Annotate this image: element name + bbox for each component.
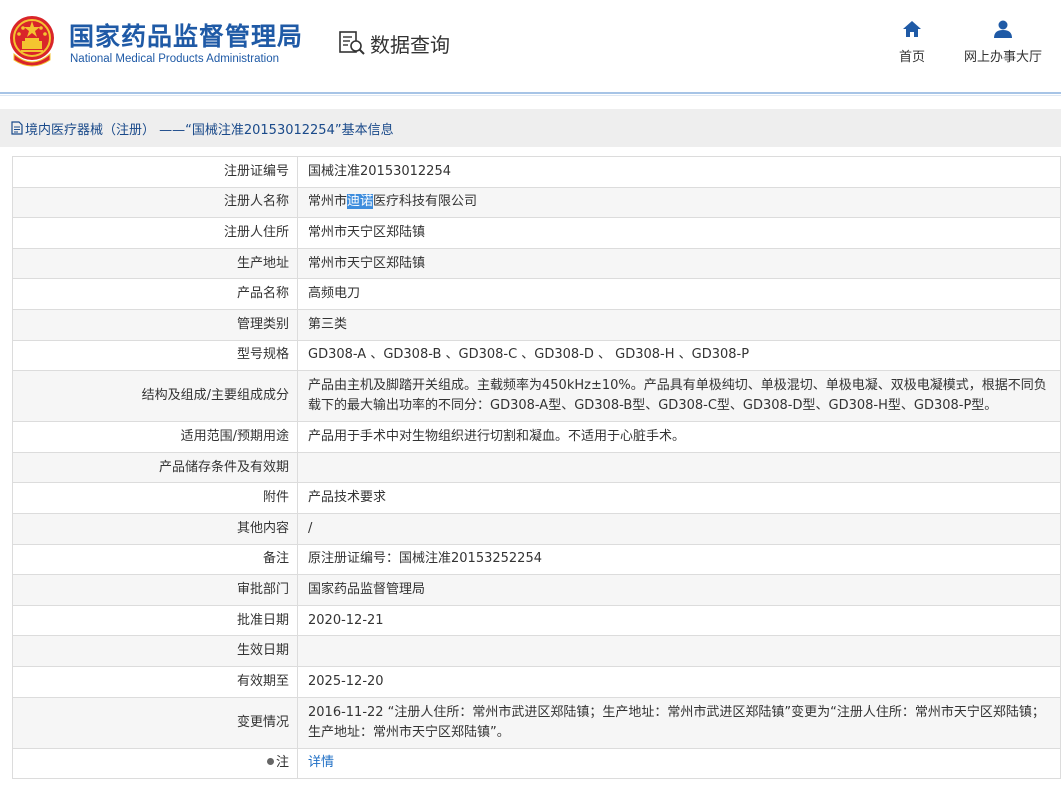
row-value: 详情 — [297, 747, 1061, 780]
header-divider-light — [0, 95, 1061, 96]
row-value: 原注册证编号：国械注准20153252254 — [297, 543, 1061, 576]
registrant-name-prefix: 常州市 — [308, 194, 348, 210]
row-value: 国家药品监督管理局 — [297, 574, 1061, 606]
document-icon — [11, 121, 23, 135]
row-value: 产品由主机及脚踏开关组成。主载频率为450kHz±10%。产品具有单极纯切、单极… — [297, 370, 1061, 423]
org-name-cn: 国家药品监督管理局 — [69, 22, 304, 51]
org-name-en: National Medical Products Administration — [70, 53, 280, 65]
basic-info-table: 注册证编号 国械注准20153012254 注册人名称 常州市迪诺医疗科技有限公… — [12, 156, 1061, 780]
user-icon — [994, 20, 1012, 38]
row-label: 有效期至 — [12, 665, 298, 698]
row-label: 注 — [12, 747, 298, 780]
table-row: 审批部门 国家药品监督管理局 — [12, 574, 1061, 606]
home-icon — [903, 21, 921, 37]
row-value: 产品用于手术中对生物组织进行切割和凝血。不适用于心脏手术。 — [297, 421, 1061, 453]
row-label: 产品储存条件及有效期 — [12, 451, 298, 484]
row-label: 注册证编号 — [12, 156, 298, 188]
row-label: 附件 — [12, 482, 298, 514]
row-value: 常州市天宁区郑陆镇 — [297, 247, 1061, 280]
row-value: 第三类 — [297, 308, 1061, 341]
nav-online-service-hall[interactable]: 网上办事大厅 — [964, 20, 1042, 65]
note-label: 注 — [275, 755, 289, 771]
national-emblem-icon — [10, 16, 54, 67]
row-label: 备注 — [12, 543, 298, 576]
row-value — [297, 451, 1061, 484]
table-row: 适用范围/预期用途 产品用于手术中对生物组织进行切割和凝血。不适用于心脏手术。 — [12, 421, 1061, 453]
row-label: 适用范围/预期用途 — [12, 421, 298, 453]
site-header: 国家药品监督管理局 National Medical Products Admi… — [0, 0, 1061, 92]
table-row: 注册人住所 常州市天宁区郑陆镇 — [12, 217, 1061, 249]
table-row: 批准日期 2020-12-21 — [12, 604, 1061, 637]
row-value: 国械注准20153012254 — [297, 156, 1061, 188]
row-value: 2016-11-22 “注册人住所：常州市武进区郑陆镇；生产地址：常州市武进区郑… — [297, 696, 1061, 749]
row-label: 变更情况 — [12, 696, 298, 749]
page-title-bar: 境内医疗器械（注册） ——“国械注准20153012254”基本信息 — [0, 109, 1061, 147]
details-link[interactable]: 详情 — [308, 755, 334, 770]
row-label: 型号规格 — [12, 339, 298, 372]
table-row: 变更情况 2016-11-22 “注册人住所：常州市武进区郑陆镇；生产地址：常州… — [12, 696, 1061, 749]
row-label: 管理类别 — [12, 308, 298, 341]
row-value: 2025-12-20 — [297, 665, 1061, 698]
row-value: 高频电刀 — [297, 278, 1061, 310]
table-row: 产品储存条件及有效期 — [12, 451, 1061, 484]
row-label: 注册人住所 — [12, 217, 298, 249]
nav-home[interactable]: 首页 — [899, 20, 925, 65]
table-row: 型号规格 GD308-A 、GD308-B 、GD308-C 、GD308-D … — [12, 339, 1061, 372]
header-divider — [0, 92, 1061, 94]
row-value: 产品技术要求 — [297, 482, 1061, 514]
table-row: 产品名称 高频电刀 — [12, 278, 1061, 310]
page-title: 境内医疗器械（注册） ——“国械注准20153012254”基本信息 — [25, 122, 394, 138]
table-row: 结构及组成/主要组成成分 产品由主机及脚踏开关组成。主载频率为450kHz±10… — [12, 370, 1061, 423]
registrant-name-suffix: 医疗科技有限公司 — [373, 194, 478, 210]
row-label: 注册人名称 — [12, 186, 298, 219]
table-row: 注册证编号 国械注准20153012254 — [12, 156, 1061, 188]
bullet-icon — [266, 758, 274, 766]
row-value: 常州市天宁区郑陆镇 — [297, 217, 1061, 249]
row-value: 常州市迪诺医疗科技有限公司 — [297, 186, 1061, 219]
data-query-label: 数据查询 — [370, 32, 450, 57]
row-label: 审批部门 — [12, 574, 298, 606]
table-row: 其他内容 / — [12, 512, 1061, 545]
row-value — [297, 635, 1061, 667]
table-row: 注册人名称 常州市迪诺医疗科技有限公司 — [12, 186, 1061, 219]
row-value: 2020-12-21 — [297, 604, 1061, 637]
row-label: 结构及组成/主要组成成分 — [12, 370, 298, 423]
row-label: 生产地址 — [12, 247, 298, 280]
data-query-link[interactable]: 数据查询 — [338, 28, 450, 58]
table-row: 有效期至 2025-12-20 — [12, 665, 1061, 698]
row-label: 批准日期 — [12, 604, 298, 637]
nav-home-label: 首页 — [899, 50, 926, 65]
row-value: GD308-A 、GD308-B 、GD308-C 、GD308-D 、 GD3… — [297, 339, 1061, 372]
table-row: 备注 原注册证编号：国械注准20153252254 — [12, 543, 1061, 576]
table-row: 附件 产品技术要求 — [12, 482, 1061, 514]
row-value: / — [297, 512, 1061, 545]
selected-text: 迪诺 — [347, 194, 374, 210]
row-label: 生效日期 — [12, 635, 298, 667]
row-label: 其他内容 — [12, 512, 298, 545]
table-row: 生效日期 — [12, 635, 1061, 667]
document-search-icon — [339, 31, 365, 55]
table-row: 管理类别 第三类 — [12, 308, 1061, 341]
table-row: 注 详情 — [12, 747, 1061, 780]
row-label: 产品名称 — [12, 278, 298, 310]
nav-hall-label: 网上办事大厅 — [964, 50, 1043, 65]
table-row: 生产地址 常州市天宁区郑陆镇 — [12, 247, 1061, 280]
